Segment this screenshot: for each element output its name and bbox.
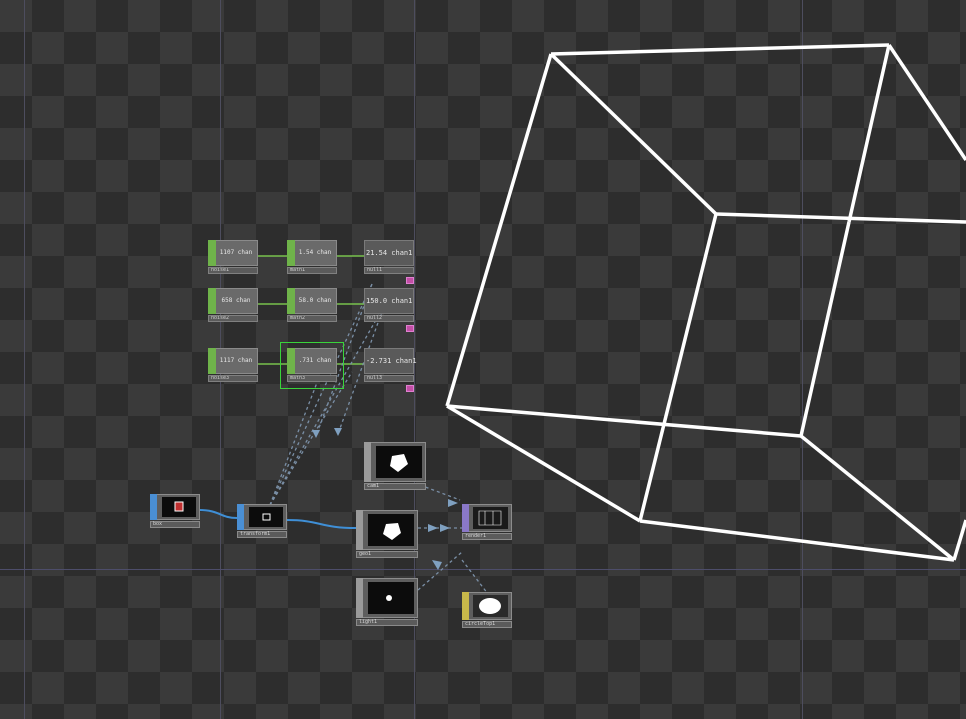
- dependency-wire: [461, 559, 489, 595]
- node-value: 1117 chan: [219, 357, 253, 364]
- node-value: -2.731 chan1: [366, 357, 417, 365]
- null3-node[interactable]: -2.731 chan1 null3: [364, 348, 417, 392]
- node-value: 1107 chan: [219, 249, 253, 256]
- node-label[interactable]: null2: [364, 315, 414, 322]
- chop-tab: [287, 288, 295, 314]
- render1-node[interactable]: render1: [462, 504, 512, 548]
- node-viewer: [249, 507, 283, 527]
- node-value: 658 chan: [221, 297, 251, 304]
- display-flag[interactable]: [406, 325, 414, 332]
- node-label[interactable]: math3: [287, 375, 337, 382]
- transform-preview-icon: [262, 513, 271, 521]
- sop-tab: [237, 504, 244, 530]
- node-label[interactable]: box: [150, 521, 200, 528]
- node-label[interactable]: math1: [287, 267, 337, 274]
- dependency-wire: [269, 371, 353, 506]
- dependency-wire: [419, 484, 461, 501]
- wire-arrow: [312, 430, 320, 438]
- chop-tab: [208, 288, 216, 314]
- node-label[interactable]: cam1: [364, 483, 426, 490]
- null1-node[interactable]: 21.54 chan1 null1: [364, 240, 414, 284]
- light1-node[interactable]: light1: [356, 578, 418, 626]
- node-value: 150.0 chan1: [366, 297, 413, 305]
- node-label[interactable]: noise1: [208, 267, 258, 274]
- chop-tab: [287, 348, 295, 374]
- cam-preview-icon: [390, 454, 408, 472]
- chop-tab: [287, 240, 295, 266]
- box-node[interactable]: box: [150, 494, 200, 538]
- node-label[interactable]: noise3: [208, 375, 258, 382]
- noise2-node[interactable]: 658 chan noise2: [208, 288, 258, 322]
- node-label[interactable]: light1: [356, 619, 418, 626]
- node-label[interactable]: null3: [364, 375, 414, 382]
- node-value: 58.0 chan: [298, 297, 332, 304]
- comp-tab: [356, 510, 363, 550]
- node-viewer: [368, 582, 414, 614]
- null2-node[interactable]: 150.0 chan1 null2: [364, 288, 414, 332]
- wire-arrow: [440, 524, 450, 532]
- node-label[interactable]: circleTop1: [462, 621, 512, 628]
- node-value: 21.54 chan1: [366, 249, 413, 257]
- node-viewer: [162, 497, 196, 517]
- wire-arrow: [432, 560, 442, 570]
- wire-arrow: [428, 524, 438, 532]
- node-label[interactable]: geo1: [356, 551, 418, 558]
- node-label[interactable]: transform1: [237, 531, 287, 538]
- circle-preview-icon: [479, 598, 501, 614]
- node-viewer: [376, 446, 422, 478]
- wire-arrow: [334, 428, 342, 436]
- math2-node[interactable]: 58.0 chan math2: [287, 288, 337, 322]
- noise1-node[interactable]: 1107 chan noise1: [208, 240, 258, 274]
- comp-tab: [356, 578, 363, 618]
- node-viewer: [368, 514, 414, 546]
- noise3-node[interactable]: 1117 chan noise3: [208, 348, 258, 382]
- render-tab: [462, 504, 469, 532]
- display-flag[interactable]: [406, 277, 414, 284]
- node-label[interactable]: null1: [364, 267, 414, 274]
- box-preview-icon: [174, 501, 184, 512]
- dependency-wire: [417, 551, 463, 591]
- math1-node[interactable]: 1.54 chan math1: [287, 240, 337, 274]
- node-viewer: [473, 595, 508, 617]
- node-label[interactable]: noise2: [208, 315, 258, 322]
- comp-tab: [364, 442, 371, 482]
- sop-wire: [198, 509, 238, 519]
- transform1-node[interactable]: transform1: [237, 504, 287, 548]
- dependency-wire: [269, 379, 319, 506]
- circle-tab: [462, 592, 469, 620]
- node-label[interactable]: math2: [287, 315, 337, 322]
- node-value: .731 chan: [298, 357, 332, 364]
- chop-tab: [208, 348, 216, 374]
- geo1-node[interactable]: geo1: [356, 510, 418, 558]
- chop-tab: [208, 240, 216, 266]
- render-preview-icon: [478, 510, 502, 526]
- node-label[interactable]: render1: [462, 533, 512, 540]
- wire-arrow: [448, 499, 458, 507]
- sop-tab: [150, 494, 157, 520]
- sop-wire: [286, 519, 357, 529]
- node-viewer: [473, 507, 508, 529]
- cam1-node[interactable]: cam1: [364, 442, 426, 490]
- geo-preview-icon: [383, 523, 401, 540]
- light-preview-icon: [386, 595, 392, 601]
- display-flag[interactable]: [406, 385, 414, 392]
- math3-node[interactable]: .731 chan math3: [287, 348, 337, 382]
- node-value: 1.54 chan: [298, 249, 332, 256]
- circleTop1-node[interactable]: circleTop1: [462, 592, 512, 636]
